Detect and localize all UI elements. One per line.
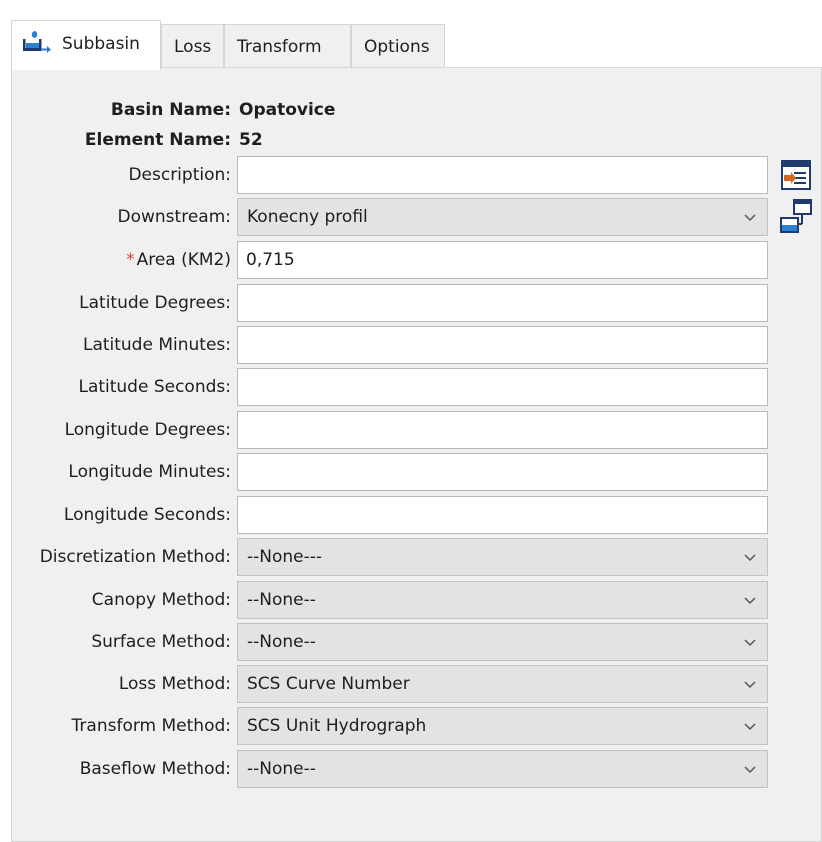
transform-method-label: Transform Method:	[71, 716, 231, 736]
surface-method-select[interactable]: --None--	[237, 623, 768, 661]
loss-method-label: Loss Method:	[118, 674, 231, 694]
surface-method-value: --None--	[247, 632, 316, 652]
chevron-down-icon	[744, 597, 756, 605]
latitude-minutes-label: Latitude Minutes:	[82, 335, 231, 355]
area-input[interactable]: 0,715	[237, 241, 768, 279]
tab-options-label: Options	[364, 37, 430, 57]
select-element-icon[interactable]	[778, 198, 814, 234]
downstream-select[interactable]: Konecny profil	[237, 198, 768, 236]
tab-subbasin[interactable]: Subbasin	[11, 20, 161, 70]
canopy-method-label: Canopy Method:	[91, 590, 231, 610]
baseflow-method-select[interactable]: --None--	[237, 750, 768, 788]
longitude-degrees-input[interactable]	[237, 411, 768, 449]
latitude-seconds-input[interactable]	[237, 368, 768, 406]
edit-description-icon[interactable]	[778, 157, 814, 193]
longitude-minutes-input[interactable]	[237, 453, 768, 491]
loss-method-select[interactable]: SCS Curve Number	[237, 665, 768, 703]
description-input[interactable]	[237, 156, 768, 194]
chevron-down-icon	[744, 554, 756, 562]
chevron-down-icon	[744, 214, 756, 222]
required-marker: *	[126, 250, 135, 270]
tab-transform-label: Transform	[237, 37, 322, 57]
subbasin-icon	[23, 31, 51, 53]
longitude-degrees-label: Longitude Degrees:	[64, 420, 231, 440]
tab-subbasin-label: Subbasin	[62, 34, 140, 54]
discretization-method-select[interactable]: --None---	[237, 538, 768, 576]
element-name-value: 52	[239, 130, 263, 150]
latitude-degrees-label: Latitude Degrees:	[79, 293, 231, 313]
basin-name-label: Basin Name:	[110, 100, 231, 120]
canopy-method-select[interactable]: --None--	[237, 581, 768, 619]
transform-method-select[interactable]: SCS Unit Hydrograph	[237, 707, 768, 745]
downstream-value: Konecny profil	[247, 207, 368, 227]
tab-transform[interactable]: Transform	[224, 24, 351, 68]
baseflow-method-value: --None--	[247, 759, 316, 779]
area-value: 0,715	[246, 250, 295, 270]
latitude-degrees-input[interactable]	[237, 284, 768, 322]
latitude-seconds-label: Latitude Seconds:	[78, 377, 231, 397]
area-label: * Area (KM2)	[126, 242, 231, 278]
baseflow-method-label: Baseflow Method:	[79, 759, 231, 779]
longitude-seconds-label: Longitude Seconds:	[63, 505, 231, 525]
loss-method-value: SCS Curve Number	[247, 674, 410, 694]
chevron-down-icon	[744, 723, 756, 731]
area-label-text: Area (KM2)	[136, 250, 231, 270]
basin-name-value: Opatovice	[239, 100, 336, 120]
canopy-method-value: --None--	[247, 590, 316, 610]
downstream-label: Downstream:	[117, 207, 231, 227]
transform-method-value: SCS Unit Hydrograph	[247, 716, 427, 736]
tab-options[interactable]: Options	[351, 24, 445, 68]
chevron-down-icon	[744, 766, 756, 774]
discretization-method-value: --None---	[247, 547, 323, 567]
description-label: Description:	[128, 165, 231, 185]
chevron-down-icon	[744, 639, 756, 647]
tab-loss-label: Loss	[174, 37, 212, 57]
tab-loss[interactable]: Loss	[161, 24, 224, 68]
latitude-minutes-input[interactable]	[237, 326, 768, 364]
element-name-label: Element Name:	[84, 130, 231, 150]
chevron-down-icon	[744, 681, 756, 689]
longitude-minutes-label: Longitude Minutes:	[68, 462, 231, 482]
surface-method-label: Surface Method:	[91, 632, 231, 652]
discretization-method-label: Discretization Method:	[39, 547, 231, 567]
longitude-seconds-input[interactable]	[237, 496, 768, 534]
